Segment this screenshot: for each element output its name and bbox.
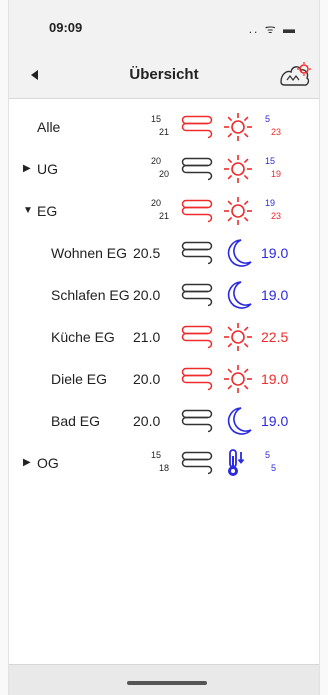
temperature-max: 5 [271, 463, 277, 473]
room-label: Alle [37, 119, 61, 135]
temperature-range: 15 19 [265, 156, 289, 184]
moon-icon [223, 280, 253, 310]
temperature-range: 19 23 [265, 198, 289, 226]
heater-icon [180, 115, 214, 139]
list-item[interactable]: ▼ EG 20 21 19 23 [9, 190, 319, 232]
page-title: Übersicht [129, 66, 199, 83]
app-logo-icon[interactable] [277, 60, 313, 90]
moon-icon [223, 238, 253, 268]
setpoint-value: 20.5 [133, 245, 161, 261]
setpoint-max: 21 [159, 127, 170, 137]
setpoint-range: 20 20 [151, 156, 173, 184]
temperature-range: 5 23 [265, 114, 289, 142]
setpoint-max: 18 [159, 463, 170, 473]
list-item[interactable]: Bad EG 20.0 19.0 [9, 400, 319, 442]
heater-icon [180, 325, 214, 349]
nav-bar: Übersicht [9, 52, 319, 99]
status-icons: .. ᯤ ▬ [248, 22, 297, 36]
list-item[interactable]: ▶ OG 15 18 55 [9, 442, 319, 484]
room-list: Alle 15 21 5 23 ▶ UG 20 20 15 19 ▼ EG 20 21 19 23 Wohn… [9, 106, 319, 484]
expand-triangle-icon[interactable]: ▶ [23, 163, 31, 174]
room-label: UG [37, 161, 58, 177]
temperature-min: 19 [265, 198, 276, 208]
setpoint-min: 20 [151, 198, 162, 208]
bottom-bar [9, 664, 319, 695]
status-bar: 09:09 .. ᯤ ▬ [9, 0, 319, 52]
setpoint-min: 20 [151, 156, 162, 166]
room-label: OG [37, 455, 59, 471]
room-label: Bad EG [51, 413, 101, 429]
heater-icon [180, 451, 214, 475]
expand-triangle-icon[interactable]: ▶ [23, 457, 31, 468]
setpoint-value: 20.0 [133, 371, 161, 387]
room-label: EG [37, 203, 58, 219]
sun-icon [223, 364, 253, 394]
home-indicator[interactable] [127, 681, 207, 685]
temperature-min: 15 [265, 156, 276, 166]
room-label: Küche EG [51, 329, 115, 345]
phone-screen: 09:09 .. ᯤ ▬ Übersicht Alle 15 21 5 23 ▶ UG 20… [8, 0, 320, 695]
heater-icon [180, 241, 214, 265]
setpoint-range: 15 18 [151, 450, 173, 478]
app-frame: 09:09 .. ᯤ ▬ Übersicht Alle 15 21 5 23 ▶ UG 20… [0, 0, 328, 695]
room-label: Wohnen EG [51, 245, 128, 261]
sun-icon [223, 112, 253, 142]
list-item[interactable]: Alle 15 21 5 23 [9, 106, 319, 148]
setpoint-value: 21.0 [133, 329, 161, 345]
sun-icon [223, 154, 253, 184]
sun-icon [223, 196, 253, 226]
setpoint-min: 15 [151, 450, 162, 460]
setpoint-max: 20 [159, 169, 170, 179]
heater-icon [180, 157, 214, 181]
temperature-max: 23 [271, 211, 282, 221]
heater-icon [180, 409, 214, 433]
heater-icon [180, 199, 214, 223]
temperature-max: 19 [271, 169, 282, 179]
room-label: Diele EG [51, 371, 108, 387]
room-label: Schlafen EG [51, 287, 130, 303]
temperature-max: 23 [271, 127, 282, 137]
temperature-min: 5 [265, 450, 271, 460]
setpoint-range: 15 21 [151, 114, 173, 142]
setpoint-max: 21 [159, 211, 170, 221]
temperature-value: 22.5 [261, 329, 289, 345]
list-item[interactable]: Diele EG 20.0 19.0 [9, 358, 319, 400]
setpoint-min: 15 [151, 114, 162, 124]
moon-icon [223, 406, 253, 436]
setpoint-range: 20 21 [151, 198, 173, 226]
heater-icon [180, 283, 214, 307]
temperature-range: 55 [265, 450, 289, 478]
list-item[interactable]: Küche EG 21.0 22.5 [9, 316, 319, 358]
temperature-min: 5 [265, 114, 271, 124]
thermometer-icon [223, 448, 253, 478]
list-item[interactable]: ▶ UG 20 20 15 19 [9, 148, 319, 190]
status-time: 09:09 [49, 20, 83, 35]
heater-icon [180, 367, 214, 391]
temperature-value: 19.0 [261, 245, 289, 261]
sun-icon [223, 322, 253, 352]
setpoint-value: 20.0 [133, 287, 161, 303]
collapse-triangle-icon[interactable]: ▼ [23, 205, 33, 216]
temperature-value: 19.0 [261, 287, 289, 303]
list-item[interactable]: Schlafen EG 20.0 19.0 [9, 274, 319, 316]
list-item[interactable]: Wohnen EG 20.5 19.0 [9, 232, 319, 274]
temperature-value: 19.0 [261, 413, 289, 429]
temperature-value: 19.0 [261, 371, 289, 387]
setpoint-value: 20.0 [133, 413, 161, 429]
